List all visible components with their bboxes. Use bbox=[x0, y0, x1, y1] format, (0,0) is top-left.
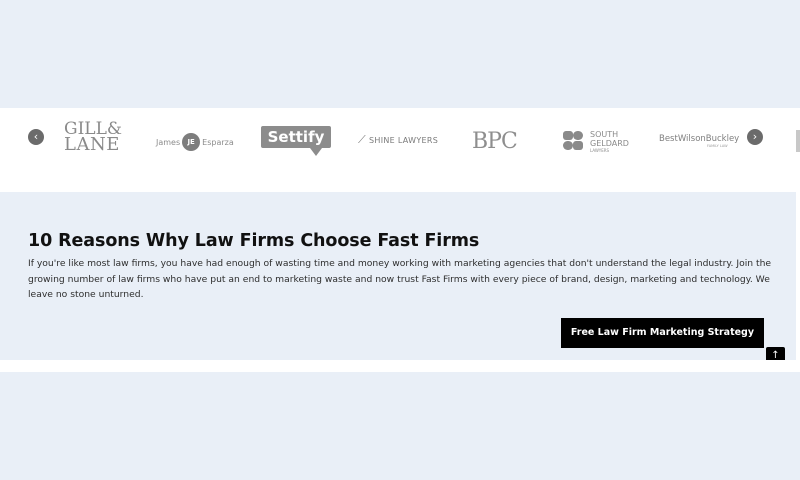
logo-je-monogram: JE bbox=[182, 133, 201, 151]
logo-bwb-sub: FAMILY LAW bbox=[707, 144, 728, 148]
south-geldard-mark-icon bbox=[560, 130, 586, 152]
logo-shine-lawyers: ⟋ SHINE LAWYERS bbox=[358, 133, 438, 147]
logo-settify-text: Settify bbox=[267, 128, 325, 146]
carousel-prev-icon[interactable]: ‹ bbox=[28, 129, 44, 145]
logo-shine-text: SHINE LAWYERS bbox=[369, 135, 439, 145]
logo-bpc: BPC bbox=[472, 129, 518, 154]
scrollbar-thumb[interactable] bbox=[796, 130, 800, 152]
carousel-next-icon[interactable]: › bbox=[747, 129, 763, 145]
section-heading: 10 Reasons Why Law Firms Choose Fast Fir… bbox=[28, 231, 480, 251]
logo-gill-lane: GILL& LANE bbox=[64, 121, 126, 155]
logo-south-geldard: SOUTH GELDARD LAWYERS bbox=[560, 129, 629, 153]
shine-swoosh-icon: ⟋ bbox=[358, 133, 366, 146]
logo-bwb-text: BestWilsonBuckley bbox=[659, 134, 740, 144]
logo-bpc-text: BPC bbox=[472, 129, 518, 154]
logo-gill-lane-line2: LANE bbox=[64, 134, 120, 155]
logo-sg-line3: LAWYERS bbox=[590, 147, 610, 153]
logo-best-wilson-buckley: BestWilsonBuckley FAMILY LAW bbox=[659, 134, 739, 148]
logo-james-left: James bbox=[156, 137, 181, 147]
logo-settify: Settify bbox=[261, 126, 331, 148]
logo-sg-line1: SOUTH bbox=[590, 129, 619, 139]
section-divider bbox=[0, 360, 796, 372]
logo-settify-tip bbox=[310, 148, 322, 156]
section-body-text: If you're like most law firms, you have … bbox=[28, 258, 772, 300]
free-strategy-button[interactable]: Free Law Firm Marketing Strategy bbox=[561, 318, 764, 348]
logo-sg-line2: GELDARD bbox=[590, 138, 629, 148]
logo-james-right: Esparza bbox=[202, 137, 234, 147]
logo-james-esparza: James JE Esparza bbox=[156, 133, 234, 151]
